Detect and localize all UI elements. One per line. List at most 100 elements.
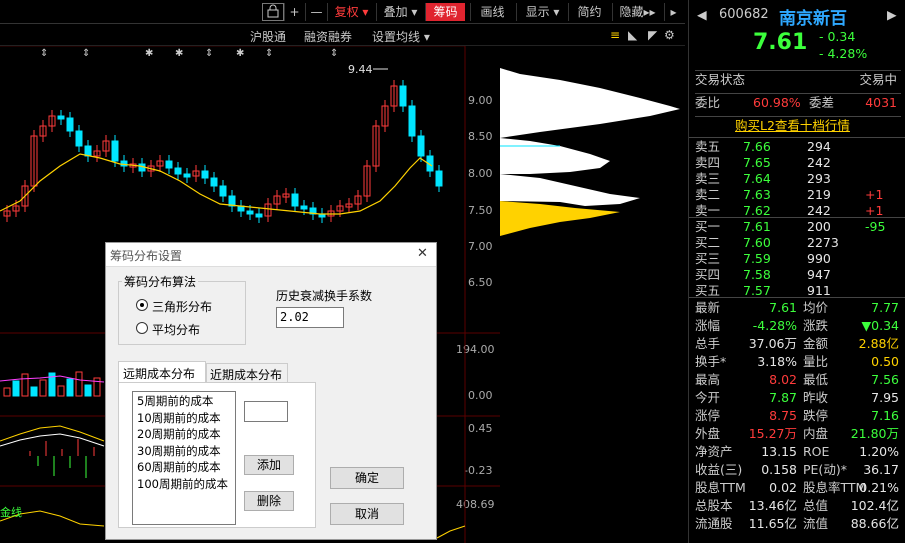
event-marker: ✱	[236, 48, 244, 59]
pointer-icon[interactable]: ◤	[648, 28, 657, 42]
algo-average-radio[interactable]	[136, 322, 148, 334]
price-tick: 8.00	[468, 167, 493, 180]
order-label: 卖二	[695, 187, 721, 202]
order-row[interactable]: 卖三 7.64 293	[695, 171, 901, 187]
wecha-label: 委差	[809, 95, 835, 110]
candle	[183, 173, 191, 178]
cursor-icon[interactable]: ◣	[628, 28, 637, 42]
candle	[120, 160, 128, 167]
order-price: 7.63	[743, 187, 771, 202]
chevron-down-icon: ▾	[420, 30, 430, 44]
l2-link[interactable]: 购买L2查看十档行情	[735, 117, 850, 135]
order-vol: 990	[807, 251, 831, 266]
order-vol: 293	[807, 171, 831, 186]
stat-v2: 7.77	[871, 300, 899, 315]
list-icon[interactable]: ≡	[610, 28, 620, 42]
jianyue-button[interactable]: 简约	[568, 3, 610, 21]
add-button[interactable]: 添加	[244, 455, 294, 475]
szjx-menu[interactable]: 设置均线 ▾	[372, 28, 430, 45]
volume-bar	[75, 371, 83, 397]
stat-row: 收益(三) 0.158 PE(动)* 36.17	[695, 461, 901, 479]
stat-l2: 涨跌	[803, 318, 829, 333]
price-tick: 7.00	[468, 240, 493, 253]
volume-bar	[30, 386, 38, 397]
stat-l2: 跌停	[803, 408, 829, 423]
order-label: 卖三	[695, 171, 721, 186]
fuquan-menu[interactable]: 复权 ▾	[327, 3, 375, 21]
list-item[interactable]: 30周期前的成本	[137, 443, 231, 460]
price-tick: 9.00	[468, 94, 493, 107]
order-row[interactable]: 卖二 7.63 219 +1	[695, 187, 901, 203]
order-row[interactable]: 买一 7.61 200 -95	[695, 219, 901, 235]
order-label: 买一	[695, 219, 721, 234]
order-row[interactable]: 卖五 7.66 294	[695, 139, 901, 155]
wecha-value: 4031	[865, 95, 897, 110]
stat-row: 最新 7.61 均价 7.77	[695, 299, 901, 317]
rzrq-link[interactable]: 融资融券	[304, 28, 352, 45]
chouma-button[interactable]: 筹码	[425, 3, 465, 21]
chevron-down-icon: ▾	[553, 5, 560, 19]
zoom-out-button[interactable]: —	[305, 3, 327, 21]
yincang-button[interactable]: 隐藏▸▸	[612, 3, 662, 21]
stat-row: 总手 37.06万 金额 2.88亿	[695, 335, 901, 353]
order-row[interactable]: 卖四 7.65 242	[695, 155, 901, 171]
zoom-in-button[interactable]: +	[284, 3, 304, 21]
stat-row: 净资产 13.15 ROE 1.20%	[695, 443, 901, 461]
cancel-button[interactable]: 取消	[330, 503, 404, 525]
order-vol: 947	[807, 267, 831, 282]
quote-panel: ◀ 600682 南京新百 ▶ 7.61 - 0.34 - 4.28% 交易状态…	[688, 0, 905, 543]
prev-stock-icon[interactable]: ◀	[697, 7, 707, 22]
stat-l1: 流通股	[695, 516, 733, 531]
vol-tick: 408.69	[456, 498, 495, 511]
order-row[interactable]: 买四 7.58 947	[695, 267, 901, 283]
candle	[201, 170, 209, 179]
ok-button[interactable]: 确定	[330, 467, 404, 489]
xianshi-menu[interactable]: 显示 ▾	[516, 3, 568, 21]
stock-code: 600682	[719, 7, 769, 22]
tab-near[interactable]: 近期成本分布	[206, 363, 288, 383]
order-vol: 219	[807, 187, 831, 202]
webi-row: 委比 60.98% 委差 4031	[695, 93, 901, 111]
order-label: 买二	[695, 235, 721, 250]
stat-v1: 37.06万	[748, 336, 797, 351]
change-pct: - 4.28%	[819, 46, 868, 61]
event-marker: ✱	[175, 48, 183, 59]
decay-input[interactable]: 2.02	[276, 307, 344, 328]
close-icon[interactable]: ✕	[417, 246, 428, 261]
event-marker: ⇕	[205, 48, 213, 59]
decay-label: 历史衰减换手系数	[276, 289, 373, 303]
candle	[219, 185, 227, 197]
szjx-label: 设置均线	[372, 30, 421, 44]
next-stock-icon[interactable]: ▶	[887, 7, 897, 22]
stat-l1: 今开	[695, 390, 721, 405]
period-input[interactable]	[244, 401, 288, 422]
list-item[interactable]: 10周期前的成本	[137, 410, 231, 427]
list-item[interactable]: 20周期前的成本	[137, 426, 231, 443]
stat-l1: 收益(三)	[695, 462, 743, 477]
diejia-menu[interactable]: 叠加 ▾	[376, 3, 424, 21]
candle	[66, 117, 74, 132]
huaxian-button[interactable]: 画线	[470, 3, 514, 21]
volume-bars	[3, 371, 101, 478]
volume-bar	[84, 384, 92, 397]
stat-l1: 换手*	[695, 354, 727, 369]
list-item[interactable]: 60周期前的成本	[137, 459, 231, 476]
expand-arrow-button[interactable]: ▸	[664, 3, 682, 21]
list-item[interactable]: 100周期前的成本	[137, 476, 231, 493]
xianshi-label: 显示	[525, 5, 550, 19]
vol-tick: 0.45	[468, 422, 493, 435]
lock-icon[interactable]	[262, 3, 284, 21]
gear-icon[interactable]: ⚙	[664, 28, 675, 42]
tab-far[interactable]: 远期成本分布	[118, 361, 206, 383]
cost-list[interactable]: 5周期前的成本 10周期前的成本 20周期前的成本 30周期前的成本 60周期前…	[132, 391, 236, 525]
order-row[interactable]: 买二 7.60 2273	[695, 235, 901, 251]
delete-button[interactable]: 删除	[244, 491, 294, 511]
stat-v1: 0.02	[769, 480, 797, 495]
list-item[interactable]: 5周期前的成本	[137, 393, 231, 410]
algo-triangle-radio[interactable]	[136, 299, 148, 311]
hgt-link[interactable]: 沪股通	[250, 28, 286, 45]
vol-tick: 194.00	[456, 343, 495, 356]
stat-row: 换手* 3.18% 量比 0.50	[695, 353, 901, 371]
order-row[interactable]: 买三 7.59 990	[695, 251, 901, 267]
order-price: 7.60	[743, 235, 771, 250]
